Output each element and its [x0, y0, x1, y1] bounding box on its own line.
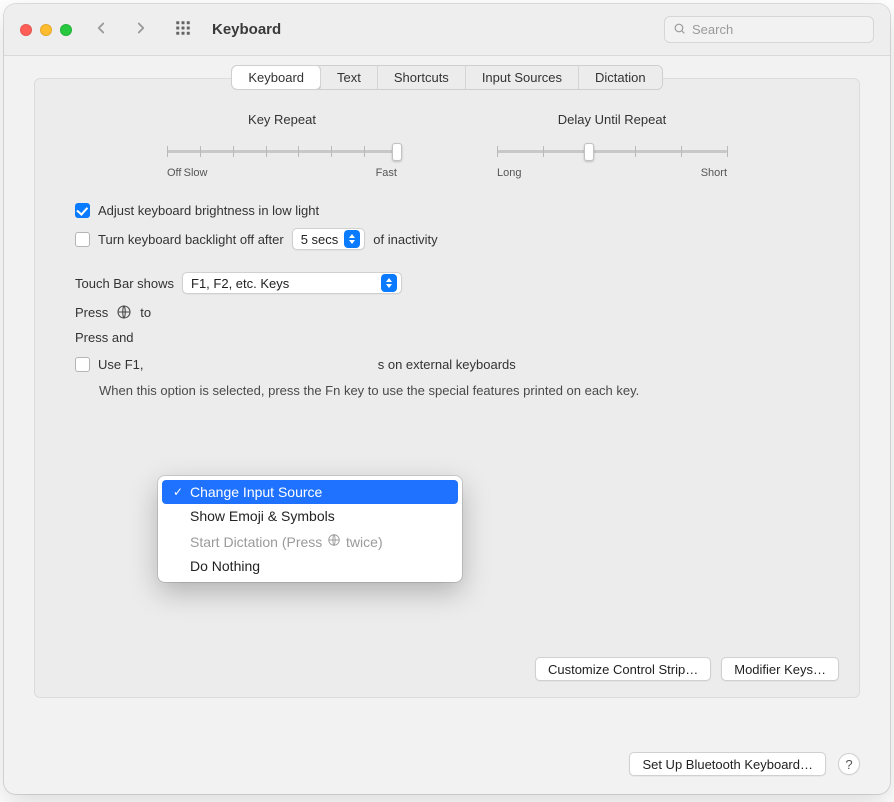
- window-title: Keyboard: [212, 21, 281, 38]
- brightness-checkbox[interactable]: [75, 203, 90, 218]
- touchbar-popup[interactable]: F1, F2, etc. Keys: [182, 272, 402, 294]
- use-fn-prefix: Use F1,: [98, 357, 144, 372]
- backlight-off-checkbox[interactable]: [75, 232, 90, 247]
- use-fn-checkbox[interactable]: [75, 357, 90, 372]
- press-globe-prefix: Press: [75, 305, 108, 320]
- key-repeat-track[interactable]: [167, 141, 397, 161]
- forward-button[interactable]: [132, 19, 150, 40]
- keyboard-pane: Key Repeat Off Slow Fast Delay Until Rep…: [35, 112, 859, 420]
- menu-change-input-source[interactable]: ✓ Change Input Source: [162, 480, 458, 504]
- tab-text[interactable]: Text: [321, 66, 378, 89]
- menu-show-emoji-symbols[interactable]: Show Emoji & Symbols: [162, 504, 458, 528]
- titlebar: Keyboard: [4, 4, 890, 56]
- press-globe-menu[interactable]: ✓ Change Input Source Show Emoji & Symbo…: [158, 476, 462, 582]
- key-repeat-slider: Key Repeat Off Slow Fast: [167, 112, 397, 179]
- press-globe-suffix: to: [140, 305, 151, 320]
- touchbar-label: Touch Bar shows: [75, 276, 174, 291]
- tab-group: Keyboard Text Shortcuts Input Sources Di…: [231, 65, 662, 90]
- delay-labels: Long Short: [497, 167, 727, 179]
- search-field[interactable]: [664, 16, 874, 43]
- inner-footer: Customize Control Strip… Modifier Keys…: [535, 657, 839, 681]
- customize-control-strip-button[interactable]: Customize Control Strip…: [535, 657, 711, 681]
- backlight-off-prefix: Turn keyboard backlight off after: [98, 232, 284, 247]
- preferences-window: Keyboard Keyboard Text Shortcuts Input S…: [4, 4, 890, 794]
- row-press-globe: Press to: [75, 304, 819, 320]
- content: Keyboard Text Shortcuts Input Sources Di…: [4, 56, 890, 794]
- tab-keyboard[interactable]: Keyboard: [232, 66, 321, 89]
- search-icon: [673, 22, 686, 38]
- brightness-label: Adjust keyboard brightness in low light: [98, 203, 319, 218]
- zoom-window[interactable]: [60, 24, 72, 36]
- use-fn-suffix: s on external keyboards: [378, 357, 516, 372]
- menu-do-nothing[interactable]: Do Nothing: [162, 554, 458, 578]
- tab-input-sources[interactable]: Input Sources: [466, 66, 579, 89]
- row-touchbar: Touch Bar shows F1, F2, etc. Keys: [75, 272, 819, 294]
- delay-track[interactable]: [497, 141, 727, 161]
- pane-card: Keyboard Text Shortcuts Input Sources Di…: [34, 78, 860, 698]
- tab-shortcuts[interactable]: Shortcuts: [378, 66, 466, 89]
- outer-footer: Set Up Bluetooth Keyboard… ?: [629, 752, 860, 776]
- touchbar-value: F1, F2, etc. Keys: [191, 276, 289, 291]
- show-all-prefs-icon[interactable]: [174, 19, 192, 40]
- row-backlight-off: Turn keyboard backlight off after 5 secs…: [75, 228, 819, 250]
- use-fn-help: When this option is selected, press the …: [99, 382, 819, 400]
- menu-start-dictation[interactable]: Start Dictation (Press twice): [162, 528, 458, 554]
- key-repeat-labels: Off Slow Fast: [167, 167, 397, 179]
- globe-icon: [116, 304, 132, 320]
- row-press-hold: Press and: [75, 330, 819, 345]
- minimize-window[interactable]: [40, 24, 52, 36]
- delay-title: Delay Until Repeat: [497, 112, 727, 127]
- key-repeat-title: Key Repeat: [167, 112, 397, 127]
- press-hold-label: Press and: [75, 330, 134, 345]
- globe-icon: [326, 532, 342, 548]
- sliders: Key Repeat Off Slow Fast Delay Until Rep…: [75, 112, 819, 179]
- delay-thumb[interactable]: [584, 143, 594, 161]
- row-brightness: Adjust keyboard brightness in low light: [75, 203, 819, 218]
- help-button[interactable]: ?: [838, 753, 860, 775]
- window-controls: [20, 24, 72, 36]
- back-button[interactable]: [92, 19, 110, 40]
- search-input[interactable]: [692, 22, 868, 37]
- checkmark-icon: ✓: [172, 485, 184, 499]
- setup-bluetooth-keyboard-button[interactable]: Set Up Bluetooth Keyboard…: [629, 752, 826, 776]
- close-window[interactable]: [20, 24, 32, 36]
- backlight-off-value: 5 secs: [301, 232, 339, 247]
- stepper-icon: [381, 274, 397, 292]
- backlight-off-suffix: of inactivity: [373, 232, 437, 247]
- delay-slider: Delay Until Repeat Long Short: [497, 112, 727, 179]
- backlight-off-popup[interactable]: 5 secs: [292, 228, 366, 250]
- nav-arrows: [92, 19, 150, 40]
- modifier-keys-button[interactable]: Modifier Keys…: [721, 657, 839, 681]
- key-repeat-thumb[interactable]: [392, 143, 402, 161]
- stepper-icon: [344, 230, 360, 248]
- tab-dictation[interactable]: Dictation: [579, 66, 662, 89]
- tabs: Keyboard Text Shortcuts Input Sources Di…: [35, 65, 859, 90]
- row-use-fn: Use F1, F2, etc. keys as standard functi…: [75, 357, 819, 372]
